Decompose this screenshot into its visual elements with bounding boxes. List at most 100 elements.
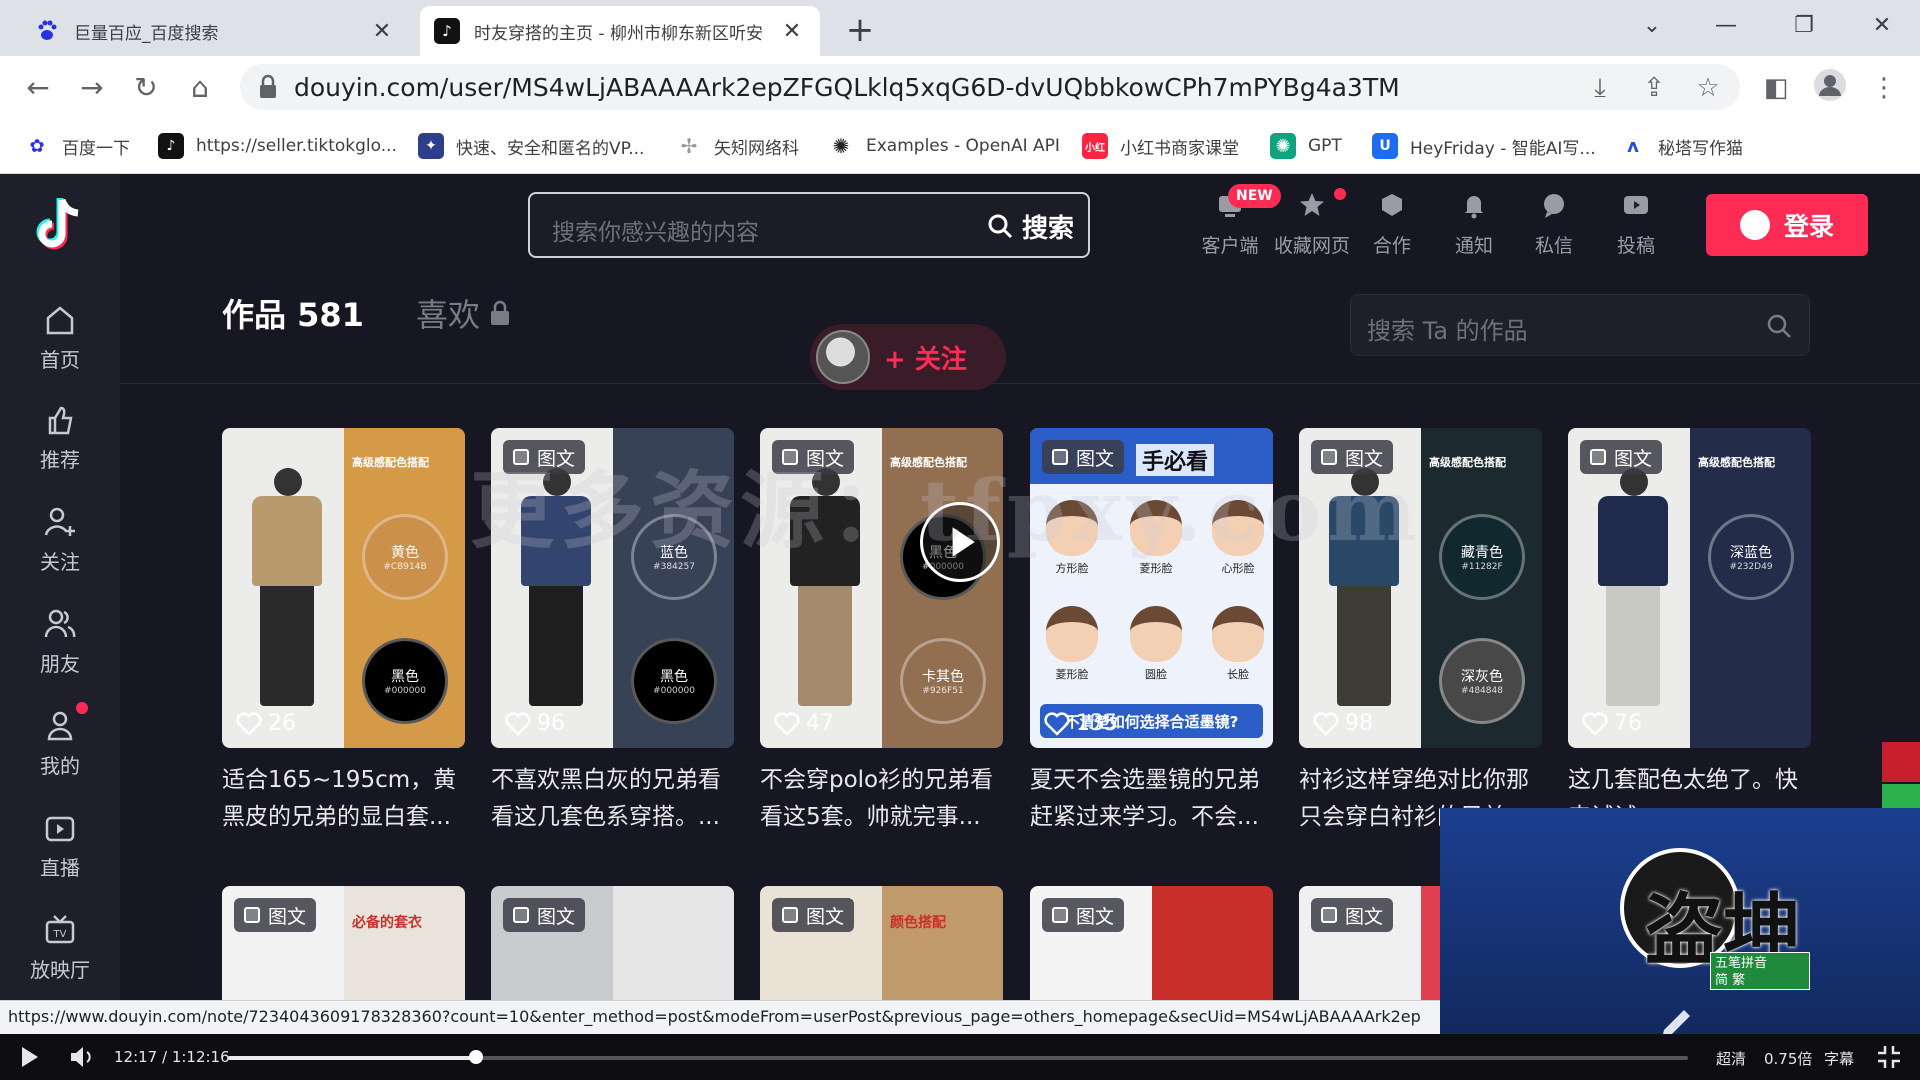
search-icon[interactable] — [1765, 312, 1793, 340]
post-thumbnail[interactable]: 高级感配色搭配 黄色 #CB914B 黑色 #000000 26 — [222, 428, 465, 748]
sidebar-item-home[interactable]: 首页 — [0, 302, 120, 373]
bookmark-star-icon[interactable]: ☆ — [1688, 68, 1728, 108]
model-figure — [1598, 468, 1668, 718]
fullscreen-exit-icon[interactable] — [1874, 1042, 1904, 1072]
profile-avatar-icon[interactable] — [1810, 68, 1850, 108]
post-card[interactable]: 颜色搭配 图文 — [760, 886, 1003, 1010]
menu-kebab-icon[interactable]: ⋮ — [1864, 68, 1904, 108]
tab-likes[interactable]: 喜欢 — [416, 290, 512, 336]
color-panel — [1151, 886, 1273, 1010]
play-icon[interactable] — [14, 1042, 44, 1072]
post-caption[interactable]: 不会穿polo衫的兄弟看看这5套。帅就完事... — [760, 762, 1003, 836]
mita-icon: ᴧ — [1620, 133, 1646, 159]
restore-icon[interactable]: ❐ — [1784, 8, 1824, 44]
like-count-value: 96 — [537, 711, 565, 736]
close-tab-icon[interactable]: ✕ — [778, 19, 806, 44]
playback-time: 12:17 / 1:12:16 — [114, 1048, 230, 1066]
header-upload-button[interactable]: 投稿 — [1598, 190, 1674, 258]
post-card[interactable]: 高级感配色搭配 黄色 #CB914B 黑色 #000000 26 适合165~195cm，黄… — [222, 428, 465, 836]
sidebar-item-friends[interactable]: 朋友 — [0, 606, 120, 677]
thumb-label: FASHION — [1160, 912, 1230, 928]
speed-button[interactable]: 0.75倍 — [1764, 1048, 1812, 1069]
header-cooperation-button[interactable]: 合作 — [1354, 190, 1430, 258]
douyin-logo-icon[interactable] — [32, 194, 88, 254]
home-browser-icon[interactable]: ⌂ — [180, 68, 220, 108]
heart-icon — [1044, 711, 1070, 736]
progress-bar[interactable] — [228, 1056, 1688, 1060]
minimize-icon[interactable]: — — [1706, 8, 1746, 44]
bookmark-item[interactable]: ✢ 矢矧网络科 — [676, 130, 799, 162]
sidebar-item-label: 关注 — [40, 550, 80, 574]
side-panel-icon[interactable]: ◧ — [1756, 68, 1796, 108]
post-caption[interactable]: 不喜欢黑白灰的兄弟看看这几套色系穿搭。... — [491, 762, 734, 836]
post-card[interactable]: 高级感配色搭配深蓝色#232D49图文76这几套配色太绝了。快来试试~... — [1568, 428, 1811, 836]
quality-button[interactable]: 超清 — [1716, 1048, 1746, 1069]
bookmark-label: GPT — [1308, 136, 1342, 156]
header-icon-label: 客户端 — [1201, 235, 1259, 257]
header-notification-button[interactable]: 通知 — [1436, 190, 1512, 258]
browser-tab-baidu[interactable]: 巨量百应_百度搜索 ✕ — [20, 6, 410, 56]
browser-tab-douyin[interactable]: ♪ 时友穿搭的主页 - 柳州市柳东新区听安 ✕ — [420, 6, 820, 56]
work-search-input[interactable]: 搜索 Ta 的作品 — [1367, 311, 1528, 346]
post-caption[interactable]: 夏天不会选墨镜的兄弟赶紧过来学习。不会... — [1030, 762, 1273, 836]
bookmark-item[interactable]: ✺ GPT — [1270, 130, 1342, 162]
close-tab-icon[interactable]: ✕ — [368, 19, 396, 44]
sidebar-item-me[interactable]: 我的 — [0, 708, 120, 779]
reload-icon[interactable]: ↻ — [126, 68, 166, 108]
post-thumbnail[interactable]: 颜色搭配 图文 — [760, 886, 1003, 1010]
bookmark-item[interactable]: ♪ https://seller.tiktokglo... — [158, 130, 397, 162]
user-icon — [47, 711, 73, 741]
tab-search-chevron-icon[interactable]: ⌄ — [1632, 8, 1672, 44]
search-button[interactable]: 搜索 — [986, 204, 1074, 248]
model-shirt — [252, 496, 322, 586]
search-box[interactable]: 搜索你感兴趣的内容 搜索 — [528, 192, 1090, 258]
bookmark-item[interactable]: ✦ 快速、安全和匿名的VP... — [418, 130, 644, 162]
model-figure — [252, 468, 322, 718]
url-field[interactable]: douyin.com/user/MS4wLjABAAAArk2epZFGQLkl… — [240, 64, 1740, 110]
sidebar-item-cinema[interactable]: TV 放映厅 — [0, 912, 120, 983]
header-message-button[interactable]: 私信 — [1516, 190, 1592, 258]
bookmark-item[interactable]: ✿ 百度一下 — [24, 130, 130, 162]
post-thumbnail[interactable]: 高级感配色搭配 深蓝色 #232D49 图文 76 — [1568, 428, 1811, 748]
bookmark-item[interactable]: ᴧ 秘塔写作猫 — [1620, 130, 1743, 162]
progress-knob[interactable] — [469, 1050, 484, 1064]
sidebar-item-label: 放映厅 — [30, 958, 90, 982]
post-thumbnail[interactable]: FASHION 图文 — [1030, 886, 1273, 1010]
post-caption[interactable]: 适合165~195cm，黄黑皮的兄弟的显白套... — [222, 762, 465, 836]
follow-button[interactable]: + 关注 — [810, 324, 1006, 390]
note-badge-label: 图文 — [1345, 905, 1384, 928]
work-search-box[interactable]: 搜索 Ta 的作品 — [1350, 294, 1810, 356]
back-icon[interactable]: ← — [18, 68, 58, 108]
install-icon[interactable]: ⤓ — [1580, 68, 1620, 108]
post-card[interactable]: 图文 — [491, 886, 734, 1010]
new-tab-icon[interactable]: + — [840, 10, 880, 50]
search-input[interactable]: 搜索你感兴趣的内容 — [552, 213, 759, 247]
thumb-label: 必备的套衣 — [352, 915, 422, 931]
sidebar-item-label: 朋友 — [40, 652, 80, 676]
login-button[interactable]: 登录 — [1706, 194, 1868, 256]
share-icon[interactable]: ⇪ — [1634, 68, 1674, 108]
link-status-bar: https://www.douyin.com/note/723404360917… — [0, 1000, 1440, 1034]
sidebar-item-live[interactable]: 直播 — [0, 810, 120, 881]
close-window-icon[interactable]: ✕ — [1862, 8, 1902, 44]
swatch-name: 黑色 — [391, 669, 419, 685]
bookmark-item[interactable]: ✺ Examples - OpenAI API — [828, 130, 1060, 162]
bookmark-item[interactable]: U HeyFriday - 智能AI写... — [1372, 130, 1596, 162]
volume-icon[interactable] — [66, 1042, 96, 1072]
vpn-icon: ✦ — [418, 133, 444, 159]
model-pants — [260, 586, 314, 706]
thumb-label: 颜色搭配 — [890, 915, 946, 931]
subtitle-button[interactable]: 字幕 — [1824, 1048, 1854, 1069]
sidebar-item-recommend[interactable]: 推荐 — [0, 402, 120, 473]
post-thumbnail[interactable]: 图文 — [491, 886, 734, 1010]
sidebar-item-following[interactable]: 关注 — [0, 504, 120, 575]
forward-icon[interactable]: → — [72, 68, 112, 108]
bookmark-label: HeyFriday - 智能AI写... — [1410, 138, 1596, 159]
post-card[interactable]: 必备的套衣 图文 — [222, 886, 465, 1010]
tab-works[interactable]: 作品 581 — [222, 290, 364, 336]
post-card[interactable]: FASHION 图文 — [1030, 886, 1273, 1010]
post-thumbnail[interactable]: 必备的套衣 图文 — [222, 886, 465, 1010]
header-bookmark-button[interactable]: 收藏网页 — [1274, 190, 1350, 258]
bookmark-item[interactable]: 小红 小红书商家课堂 — [1082, 130, 1239, 162]
ime-toolbar[interactable]: 五笔拼音 简 繁 — [1710, 952, 1810, 990]
